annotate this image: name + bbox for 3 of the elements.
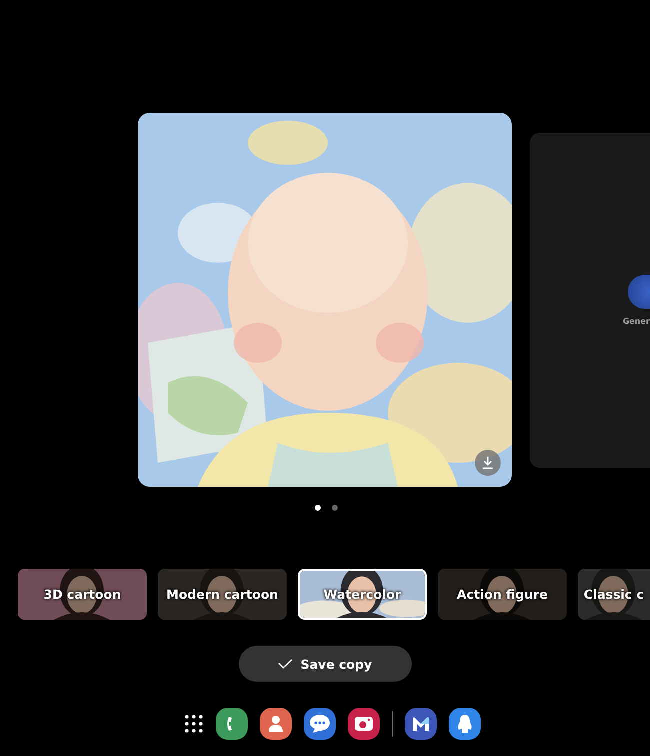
generate-card[interactable]: Gener: [530, 132, 650, 468]
card-label: Gener: [622, 316, 650, 326]
save-copy-button[interactable]: Save copy: [238, 646, 412, 682]
